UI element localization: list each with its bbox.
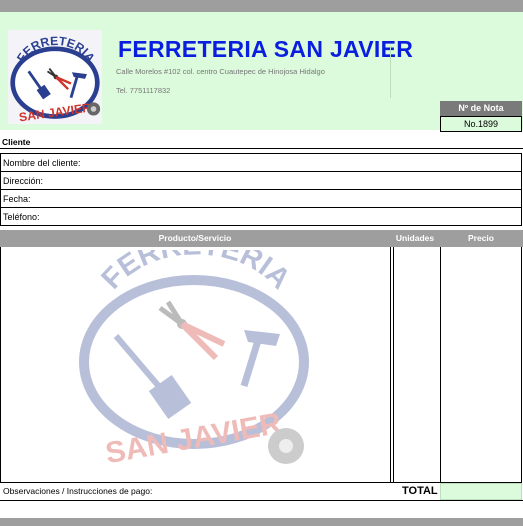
watermark-top-text: FERRETERIA	[96, 250, 297, 295]
header-divider	[390, 46, 391, 98]
divider	[0, 148, 523, 149]
pipe-icon	[86, 102, 101, 116]
client-phone-field[interactable]: Teléfono:	[1, 208, 521, 226]
top-bar	[0, 0, 523, 12]
store-address: Calle Morelos #102 col. centro Cuautepec…	[116, 67, 325, 76]
client-name-field[interactable]: Nombre del cliente:	[1, 154, 521, 172]
total-label: TOTAL	[402, 485, 438, 497]
divider	[0, 500, 523, 501]
nota-number: No.1899	[440, 116, 522, 132]
column-divider	[440, 247, 441, 482]
store-logo: FERRETERIA SAN JAVIER	[8, 30, 102, 124]
nota-label: Nº de Nota	[440, 101, 522, 116]
pipe-icon	[268, 428, 304, 464]
bottom-bar	[0, 518, 523, 526]
client-address-field[interactable]: Dirección:	[1, 172, 521, 190]
table-header: Producto/Servicio Unidades Precio	[0, 230, 523, 247]
client-fields: Nombre del cliente: Dirección: Fecha: Te…	[0, 153, 522, 226]
shovel-icon	[113, 334, 192, 419]
client-section-title: Cliente	[2, 137, 31, 147]
watermark-bottom-text: SAN JAVIER	[103, 407, 284, 470]
column-divider	[390, 247, 391, 482]
col-product: Producto/Servicio	[158, 233, 232, 243]
hammer-icon	[240, 330, 280, 388]
pliers-icon	[158, 300, 226, 361]
client-date-field[interactable]: Fecha:	[1, 190, 521, 208]
total-value[interactable]	[440, 483, 522, 500]
page-title: FERRETERIA SAN JAVIER	[118, 36, 414, 62]
col-units: Unidades	[395, 233, 435, 243]
column-divider	[393, 247, 394, 482]
observations-label: Observaciones / Instrucciones de pago:	[3, 486, 153, 496]
logo-watermark: FERRETERIA SAN JAVIER	[79, 250, 309, 470]
store-phone: Tel. 7751117832	[116, 86, 171, 95]
svg-text:FERRETERIA: FERRETERIA	[96, 250, 297, 295]
col-price: Precio	[468, 233, 494, 243]
